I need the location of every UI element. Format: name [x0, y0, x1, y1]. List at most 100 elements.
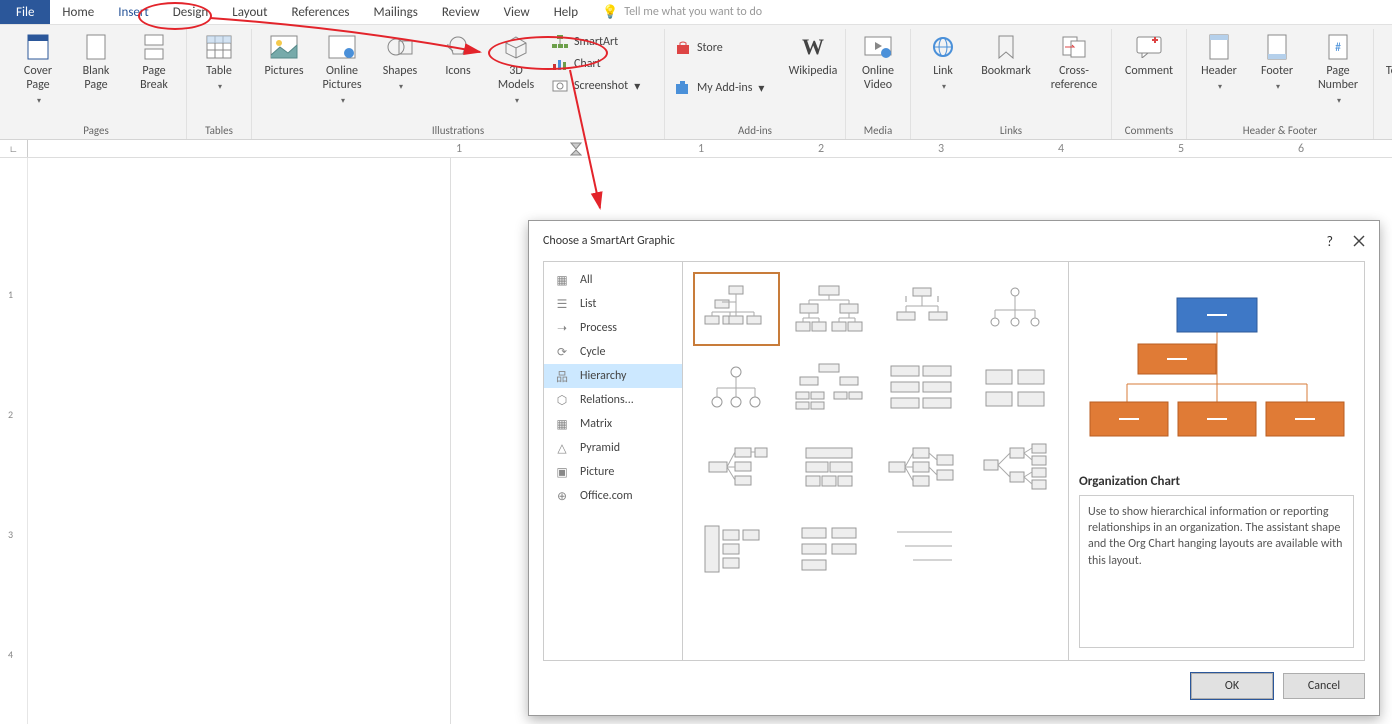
shapes-button[interactable]: Shapes▾ — [374, 29, 426, 115]
svg-text:#: # — [1335, 41, 1341, 55]
category-cycle[interactable]: ⟳Cycle — [544, 340, 682, 364]
hierarchy-icon: 品 — [554, 368, 570, 385]
bookmark-button[interactable]: Bookmark — [975, 29, 1037, 115]
dialog-close-button[interactable] — [1353, 235, 1365, 247]
group-illustrations: Pictures Online Pictures▾ Shapes▾ Icons … — [252, 29, 665, 139]
screenshot-icon — [552, 78, 568, 94]
pictures-button[interactable]: Pictures — [258, 29, 310, 115]
page-number-icon: # — [1322, 33, 1354, 61]
footer-button[interactable]: Footer▾ — [1251, 29, 1303, 115]
category-pyramid[interactable]: △Pyramid — [544, 436, 682, 460]
category-list[interactable]: ☰List — [544, 292, 682, 316]
file-tab[interactable]: File — [0, 0, 50, 24]
tab-mailings[interactable]: Mailings — [362, 0, 430, 24]
group-tables: Table▾ Tables — [187, 29, 252, 139]
smartart-icon — [552, 34, 568, 50]
smartart-dialog: Choose a SmartArt Graphic ? ▦All ☰List ➝… — [528, 220, 1380, 716]
wikipedia-button[interactable]: W Wikipedia — [787, 29, 839, 115]
tell-me-search[interactable]: 💡 Tell me what you want to do — [602, 0, 762, 24]
category-matrix[interactable]: ▦Matrix — [544, 412, 682, 436]
office-icon: ⊕ — [554, 489, 570, 504]
layout-thumb[interactable] — [971, 272, 1058, 346]
preview-description: Use to show hierarchical information or … — [1079, 495, 1354, 648]
layout-thumb[interactable] — [693, 512, 780, 586]
category-all[interactable]: ▦All — [544, 268, 682, 292]
online-video-button[interactable]: Online Video — [852, 29, 904, 115]
comment-button[interactable]: Comment — [1118, 29, 1180, 115]
layout-thumb[interactable] — [971, 432, 1058, 506]
cover-page-icon — [22, 33, 54, 61]
category-office[interactable]: ⊕Office.com — [544, 484, 682, 508]
layout-thumb[interactable] — [879, 352, 966, 426]
category-picture[interactable]: ▣Picture — [544, 460, 682, 484]
layout-thumb[interactable] — [786, 432, 873, 506]
header-button[interactable]: Header▾ — [1193, 29, 1245, 115]
icons-button[interactable]: Icons — [432, 29, 484, 115]
group-links: Link▾ Bookmark Cross-reference Links — [911, 29, 1112, 139]
page-break-icon — [138, 33, 170, 61]
table-button[interactable]: Table▾ — [193, 29, 245, 115]
screenshot-button[interactable]: Screenshot▾ — [548, 75, 658, 97]
layout-thumb[interactable] — [693, 432, 780, 506]
dialog-title: Choose a SmartArt Graphic — [543, 234, 675, 248]
tab-references[interactable]: References — [280, 0, 362, 24]
group-addins: Store My Add-ins▾ W Wikipedia Add-ins — [665, 29, 846, 139]
cross-reference-button[interactable]: Cross-reference — [1043, 29, 1105, 115]
3d-models-button[interactable]: 3D Models▾ — [490, 29, 542, 115]
header-icon — [1203, 33, 1235, 61]
category-process[interactable]: ➝Process — [544, 316, 682, 340]
tab-layout[interactable]: Layout — [220, 0, 279, 24]
cancel-button[interactable]: Cancel — [1283, 673, 1365, 699]
category-hierarchy[interactable]: 品Hierarchy — [544, 364, 682, 388]
blank-page-icon — [80, 33, 112, 61]
layout-thumb[interactable] — [879, 432, 966, 506]
pictures-icon — [268, 33, 300, 61]
lightbulb-icon: 💡 — [602, 5, 618, 20]
store-button[interactable]: Store — [671, 37, 781, 59]
vertical-ruler: 1 2 3 4 — [0, 158, 28, 724]
tab-home[interactable]: Home — [50, 0, 106, 24]
tab-review[interactable]: Review — [430, 0, 492, 24]
dialog-help-button[interactable]: ? — [1327, 233, 1334, 250]
tab-design[interactable]: Design — [161, 0, 220, 24]
group-pages: Cover Page▾ Blank Page Page Break Pages — [6, 29, 187, 139]
tab-view[interactable]: View — [492, 0, 542, 24]
layout-thumb[interactable] — [693, 352, 780, 426]
layout-org-chart[interactable] — [693, 272, 780, 346]
blank-page-button[interactable]: Blank Page — [70, 29, 122, 115]
group-label-pages: Pages — [83, 120, 109, 139]
smartart-button[interactable]: SmartArt — [548, 31, 658, 53]
menubar: File Home Insert Design Layout Reference… — [0, 0, 1392, 25]
bookmark-icon — [990, 33, 1022, 61]
tab-insert[interactable]: Insert — [106, 0, 161, 24]
layout-thumb[interactable] — [786, 272, 873, 346]
link-button[interactable]: Link▾ — [917, 29, 969, 115]
layout-thumb[interactable] — [786, 512, 873, 586]
list-icon: ☰ — [554, 297, 570, 312]
my-addins-button[interactable]: My Add-ins▾ — [671, 77, 781, 99]
table-icon — [203, 33, 235, 61]
text-box-button[interactable]: A Text Box▾ — [1380, 29, 1392, 115]
layout-thumb[interactable] — [786, 352, 873, 426]
all-icon: ▦ — [554, 273, 570, 288]
page-number-button[interactable]: # Page Number▾ — [1309, 29, 1367, 115]
preview-pane: Organization Chart Use to show hierarchi… — [1069, 261, 1365, 661]
indent-marker-icon[interactable] — [570, 142, 582, 156]
ok-button[interactable]: OK — [1191, 673, 1273, 699]
link-icon — [927, 33, 959, 61]
online-pictures-button[interactable]: Online Pictures▾ — [316, 29, 368, 115]
page-break-button[interactable]: Page Break — [128, 29, 180, 115]
cover-page-button[interactable]: Cover Page▾ — [12, 29, 64, 115]
store-icon — [675, 40, 691, 56]
relationship-icon: ⬡ — [554, 393, 570, 408]
group-media: Online Video Media — [846, 29, 911, 139]
layout-thumb[interactable] — [879, 512, 966, 586]
chart-icon — [552, 56, 568, 72]
group-text: A Text Box▾ — [1374, 29, 1392, 139]
layout-thumb[interactable] — [971, 352, 1058, 426]
layout-thumb[interactable] — [879, 272, 966, 346]
category-relationship[interactable]: ⬡Relations... — [544, 388, 682, 412]
tab-help[interactable]: Help — [542, 0, 590, 24]
picture-icon: ▣ — [554, 465, 570, 480]
chart-button[interactable]: Chart — [548, 53, 658, 75]
